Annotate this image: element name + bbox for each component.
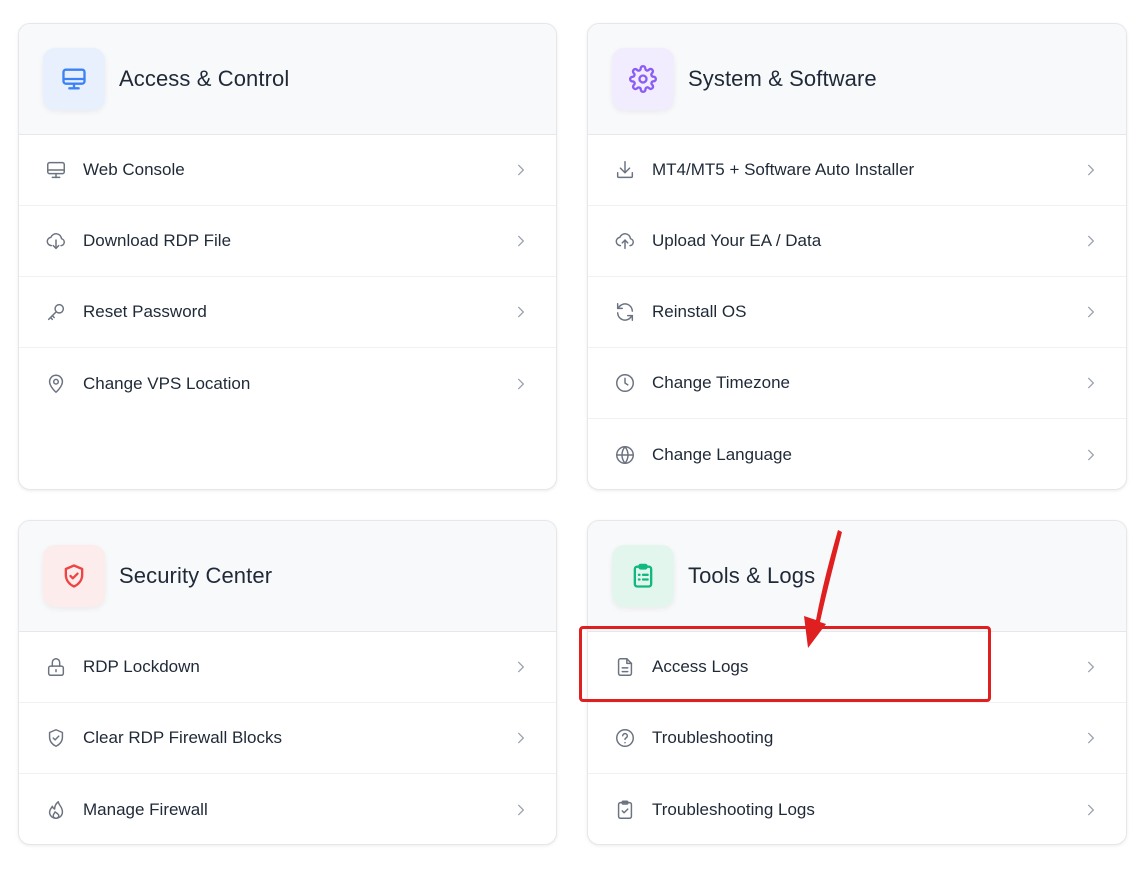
access-control-header: Access & Control <box>19 24 556 135</box>
troubleshooting-logs-item[interactable]: Troubleshooting Logs <box>588 774 1126 844</box>
item-label: Web Console <box>83 160 185 179</box>
system-software-card: System & Software MT4/MT5 + Software Aut… <box>587 23 1127 490</box>
system-software-header: System & Software <box>588 24 1126 135</box>
chevron-right-icon <box>514 163 528 177</box>
chevron-right-icon <box>1084 660 1098 674</box>
shield-check-icon <box>45 727 67 749</box>
item-label: Download RDP File <box>83 231 232 250</box>
gear-icon <box>612 48 674 110</box>
card-title: System & Software <box>688 66 877 91</box>
software-auto-installer-item[interactable]: MT4/MT5 + Software Auto Installer <box>588 135 1126 206</box>
monitor-icon <box>43 48 105 110</box>
item-label: MT4/MT5 + Software Auto Installer <box>652 160 915 179</box>
clock-icon <box>614 372 636 394</box>
cloud-download-icon <box>45 230 67 252</box>
cloud-upload-icon <box>614 230 636 252</box>
change-language-item[interactable]: Change Language <box>588 419 1126 489</box>
map-pin-icon <box>45 373 67 395</box>
clear-rdp-firewall-blocks-item[interactable]: Clear RDP Firewall Blocks <box>19 703 556 774</box>
chevron-right-icon <box>514 305 528 319</box>
chevron-right-icon <box>1084 376 1098 390</box>
chevron-right-icon <box>514 803 528 817</box>
refresh-icon <box>614 301 636 323</box>
troubleshooting-item[interactable]: Troubleshooting <box>588 703 1126 774</box>
tools-logs-card: Tools & Logs Access Logs Troubleshooting <box>587 520 1127 845</box>
item-label: Troubleshooting Logs <box>652 799 815 819</box>
download-rdp-file-item[interactable]: Download RDP File <box>19 206 556 277</box>
item-label: Change VPS Location <box>83 373 251 393</box>
access-logs-item[interactable]: Access Logs <box>588 632 1126 703</box>
reset-password-item[interactable]: Reset Password <box>19 277 556 348</box>
item-label: Upload Your EA / Data <box>652 231 822 250</box>
item-label: Troubleshooting <box>652 728 774 747</box>
chevron-right-icon <box>1084 448 1098 462</box>
item-label: Manage Firewall <box>83 799 208 819</box>
shield-check-icon <box>43 545 105 607</box>
manage-firewall-item[interactable]: Manage Firewall <box>19 774 556 844</box>
rdp-lockdown-item[interactable]: RDP Lockdown <box>19 632 556 703</box>
chevron-right-icon <box>514 731 528 745</box>
chevron-right-icon <box>514 377 528 391</box>
card-title: Access & Control <box>119 66 290 91</box>
item-label: Change Timezone <box>652 373 790 392</box>
chevron-right-icon <box>1084 234 1098 248</box>
change-timezone-item[interactable]: Change Timezone <box>588 348 1126 419</box>
chevron-right-icon <box>1084 803 1098 817</box>
upload-ea-data-item[interactable]: Upload Your EA / Data <box>588 206 1126 277</box>
help-circle-icon <box>614 727 636 749</box>
security-center-header: Security Center <box>19 521 556 632</box>
clipboard-list-icon <box>612 545 674 607</box>
lock-icon <box>45 656 67 678</box>
chevron-right-icon <box>1084 731 1098 745</box>
web-console-item[interactable]: Web Console <box>19 135 556 206</box>
tools-logs-header: Tools & Logs <box>588 521 1126 632</box>
clipboard-check-icon <box>614 799 636 821</box>
chevron-right-icon <box>1084 163 1098 177</box>
chevron-right-icon <box>514 234 528 248</box>
access-control-card: Access & Control Web Console Download RD… <box>18 23 557 490</box>
key-icon <box>45 301 67 323</box>
security-center-card: Security Center RDP Lockdown Clear RDP F… <box>18 520 557 845</box>
card-title: Security Center <box>119 563 273 588</box>
item-label: Reinstall OS <box>652 302 747 321</box>
item-label: RDP Lockdown <box>83 657 200 676</box>
file-text-icon <box>614 656 636 678</box>
reinstall-os-item[interactable]: Reinstall OS <box>588 277 1126 348</box>
monitor-icon <box>45 159 67 181</box>
change-vps-location-item[interactable]: Change VPS Location <box>19 348 556 419</box>
download-icon <box>614 159 636 181</box>
globe-icon <box>614 444 636 466</box>
flame-icon <box>45 799 67 821</box>
item-label: Access Logs <box>652 657 749 676</box>
item-label: Reset Password <box>83 302 207 321</box>
chevron-right-icon <box>514 660 528 674</box>
chevron-right-icon <box>1084 305 1098 319</box>
item-label: Change Language <box>652 444 792 464</box>
item-label: Clear RDP Firewall Blocks <box>83 728 283 747</box>
card-title: Tools & Logs <box>688 563 816 588</box>
